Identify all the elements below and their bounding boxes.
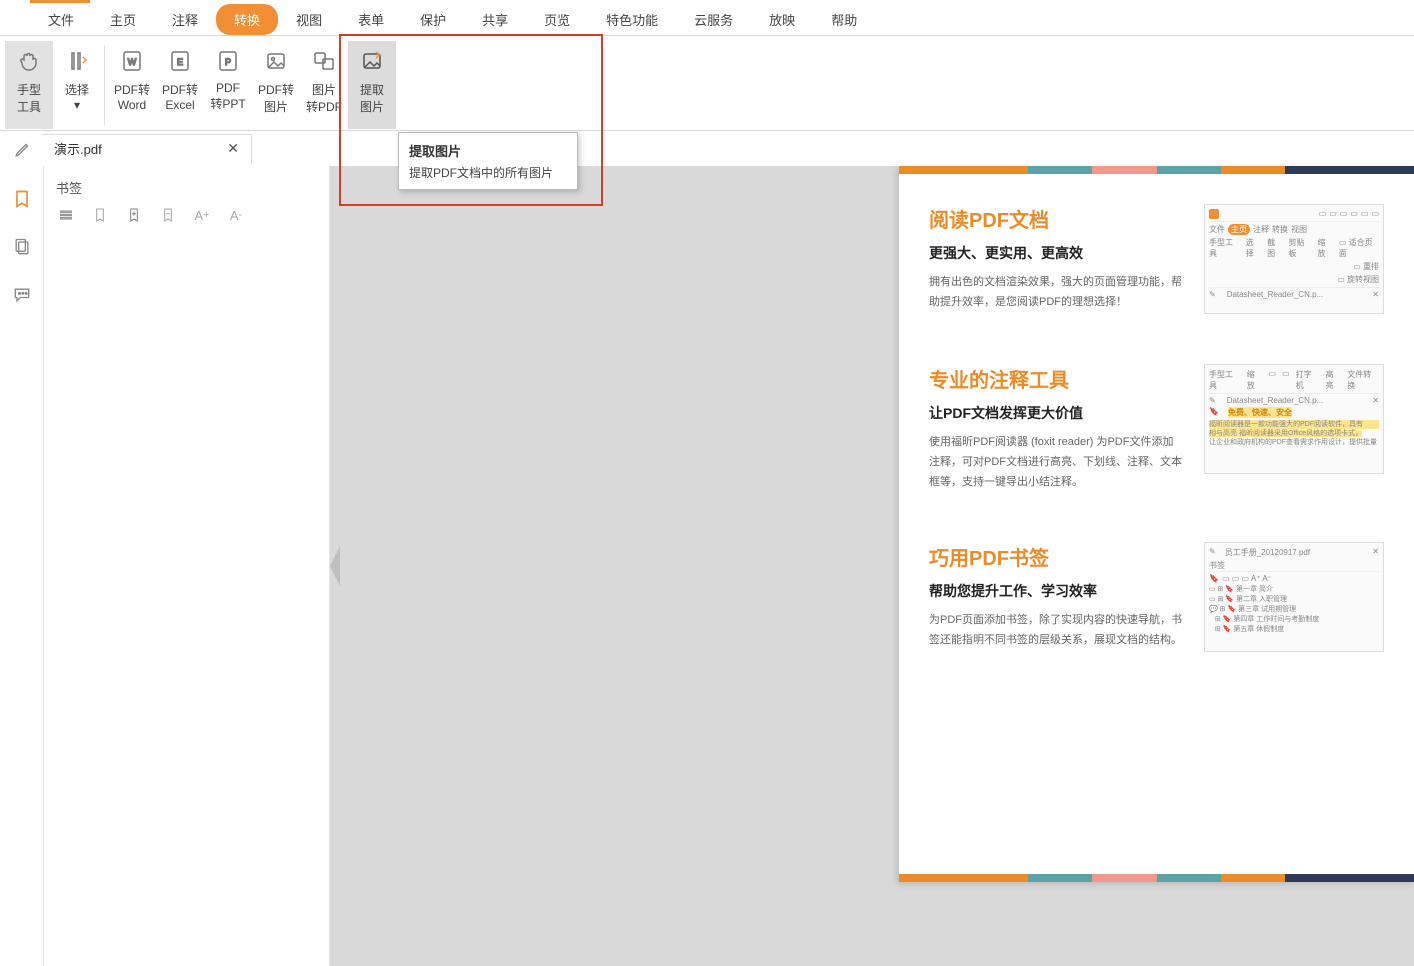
menu-form[interactable]: 表单 — [340, 4, 402, 35]
ribbon-label: 转PPT — [210, 95, 245, 112]
ribbon-toolbar: 手型 工具 选择 ▾ W PDF转 Word E PDF转 Excel P PD… — [0, 36, 1414, 131]
ribbon-label: 图片 — [264, 98, 288, 115]
image-to-pdf-icon — [310, 47, 338, 75]
bm-remove-icon[interactable] — [158, 205, 178, 225]
bookmark-panel-title: 书签 — [54, 174, 319, 205]
ppt-icon: P — [214, 47, 242, 75]
ribbon-label: 图片 — [312, 81, 336, 98]
page-section-3: 巧用PDF书签 帮助您提升工作、学习效率 为PDF页面添加书签，除了实现内容的快… — [899, 512, 1414, 672]
bm-add-icon[interactable] — [90, 205, 110, 225]
collapse-panel-handle[interactable] — [330, 546, 340, 586]
ribbon-label: 转PDF — [306, 98, 342, 115]
pages-tab-icon[interactable] — [9, 234, 35, 260]
bookmark-tab-icon[interactable] — [9, 186, 35, 212]
section-subtitle: 让PDF文档发挥更大价值 — [929, 403, 1184, 423]
document-canvas[interactable]: 阅读PDF文档 更强大、更实用、更高效 拥有出色的文档渲染效果，强大的页面管理功… — [330, 166, 1414, 966]
bm-expand-icon[interactable] — [56, 205, 76, 225]
menu-view[interactable]: 视图 — [278, 4, 340, 35]
pdf-to-ppt-button[interactable]: P PDF 转PPT — [204, 41, 252, 129]
ribbon-separator — [104, 45, 105, 125]
extract-image-icon — [358, 47, 386, 75]
extract-images-button[interactable]: 提取 图片 — [348, 41, 396, 129]
ribbon-label: ▾ — [74, 98, 80, 112]
select-icon — [63, 47, 91, 75]
tooltip-title: 提取图片 — [409, 141, 567, 160]
menu-help[interactable]: 帮助 — [813, 4, 875, 35]
tooltip-body: 提取PDF文档中的所有图片 — [409, 164, 567, 181]
edit-pen-icon[interactable] — [4, 135, 42, 163]
ribbon-label: 工具 — [17, 98, 41, 115]
hand-tool-button[interactable]: 手型 工具 — [5, 41, 53, 129]
image-to-pdf-button[interactable]: 图片 转PDF — [300, 41, 348, 129]
section-thumbnail: ✎员工手册_20120917.pdf✕ 书签 🔖▭ ▭ ▭ A⁺ A⁻ ▭ ⊞ … — [1204, 542, 1384, 652]
image-icon — [262, 47, 290, 75]
svg-text:W: W — [128, 57, 137, 67]
section-title: 阅读PDF文档 — [929, 204, 1184, 233]
bookmark-tools: A+ A- — [54, 205, 319, 225]
menu-browse[interactable]: 页览 — [526, 4, 588, 35]
pdf-to-image-button[interactable]: PDF转 图片 — [252, 41, 300, 129]
menu-cloud[interactable]: 云服务 — [676, 4, 751, 35]
section-body: 拥有出色的文档渲染效果，强大的页面管理功能，帮助提升效率，是您阅读PDF的理想选… — [929, 273, 1184, 313]
section-thumbnail: ▭▭▭▭▭▭ 文件 主页 注释 转换 视图 手型工具选择截图剪贴板缩放 ▭ 适合… — [1204, 204, 1384, 314]
ribbon-label: PDF转 — [162, 81, 198, 98]
section-title: 巧用PDF书签 — [929, 542, 1184, 571]
menu-home[interactable]: 主页 — [92, 4, 154, 35]
section-title: 专业的注释工具 — [929, 364, 1184, 393]
ribbon-label: PDF — [216, 81, 240, 95]
ribbon-label: 选择 — [65, 81, 89, 98]
tab-title: 演示.pdf — [54, 139, 102, 158]
bm-font-decrease-icon[interactable]: A- — [226, 205, 246, 225]
section-body: 为PDF页面添加书签，除了实现内容的快速导航，书签还能指明不同书签的层级关系，展… — [929, 611, 1184, 651]
word-icon: W — [118, 47, 146, 75]
ribbon-label: 图片 — [360, 98, 384, 115]
section-subtitle: 更强大、更实用、更高效 — [929, 243, 1184, 263]
ribbon-label: PDF转 — [258, 81, 294, 98]
ribbon-label: 手型 — [17, 81, 41, 98]
ribbon-label: Word — [118, 98, 146, 112]
document-tab[interactable]: 演示.pdf ✕ — [42, 134, 252, 164]
ribbon-label: Excel — [165, 98, 194, 112]
menu-share[interactable]: 共享 — [464, 4, 526, 35]
ribbon-label: 提取 — [360, 81, 384, 98]
left-sidebar — [0, 166, 44, 966]
ribbon-tooltip: 提取图片 提取PDF文档中的所有图片 — [398, 132, 578, 190]
menu-annotate[interactable]: 注释 — [154, 4, 216, 35]
menu-bar: 文件 主页 注释 转换 视图 表单 保护 共享 页览 特色功能 云服务 放映 帮… — [0, 3, 1414, 36]
svg-text:P: P — [225, 57, 231, 67]
pdf-to-excel-button[interactable]: E PDF转 Excel — [156, 41, 204, 129]
pdf-to-word-button[interactable]: W PDF转 Word — [108, 41, 156, 129]
page-section-2: 专业的注释工具 让PDF文档发挥更大价值 使用福昕PDF阅读器 (foxit r… — [899, 334, 1414, 512]
menu-protect[interactable]: 保护 — [402, 4, 464, 35]
section-subtitle: 帮助您提升工作、学习效率 — [929, 581, 1184, 601]
hand-icon — [15, 47, 43, 75]
section-body: 使用福昕PDF阅读器 (foxit reader) 为PDF文件添加注释，可对P… — [929, 433, 1184, 492]
main-area: 书签 A+ A- 阅读PDF文档 更强大、更实用、更高效 拥有出色的文档渲染效果… — [0, 166, 1414, 966]
page-bottom-stripe — [899, 874, 1414, 882]
comments-tab-icon[interactable] — [9, 282, 35, 308]
svg-text:E: E — [177, 57, 183, 67]
bookmark-panel: 书签 A+ A- — [44, 166, 330, 966]
excel-icon: E — [166, 47, 194, 75]
menu-file[interactable]: 文件 — [30, 4, 92, 35]
menu-slideshow[interactable]: 放映 — [751, 4, 813, 35]
menu-convert[interactable]: 转换 — [216, 4, 278, 35]
page-top-stripe — [899, 166, 1414, 174]
menu-features[interactable]: 特色功能 — [588, 4, 676, 35]
bm-add-plus-icon[interactable] — [124, 205, 144, 225]
page-section-1: 阅读PDF文档 更强大、更实用、更高效 拥有出色的文档渲染效果，强大的页面管理功… — [899, 174, 1414, 334]
section-thumbnail: 手型工具缩放▭▭打字机高亮文件转换 ✎Datasheet_Reader_CN.p… — [1204, 364, 1384, 474]
select-tool-button[interactable]: 选择 ▾ — [53, 41, 101, 129]
bm-font-increase-icon[interactable]: A+ — [192, 205, 212, 225]
document-tab-bar: 演示.pdf ✕ — [0, 131, 1414, 166]
tab-close-icon[interactable]: ✕ — [227, 140, 239, 157]
pdf-page: 阅读PDF文档 更强大、更实用、更高效 拥有出色的文档渲染效果，强大的页面管理功… — [899, 166, 1414, 882]
ribbon-label: PDF转 — [114, 81, 150, 98]
